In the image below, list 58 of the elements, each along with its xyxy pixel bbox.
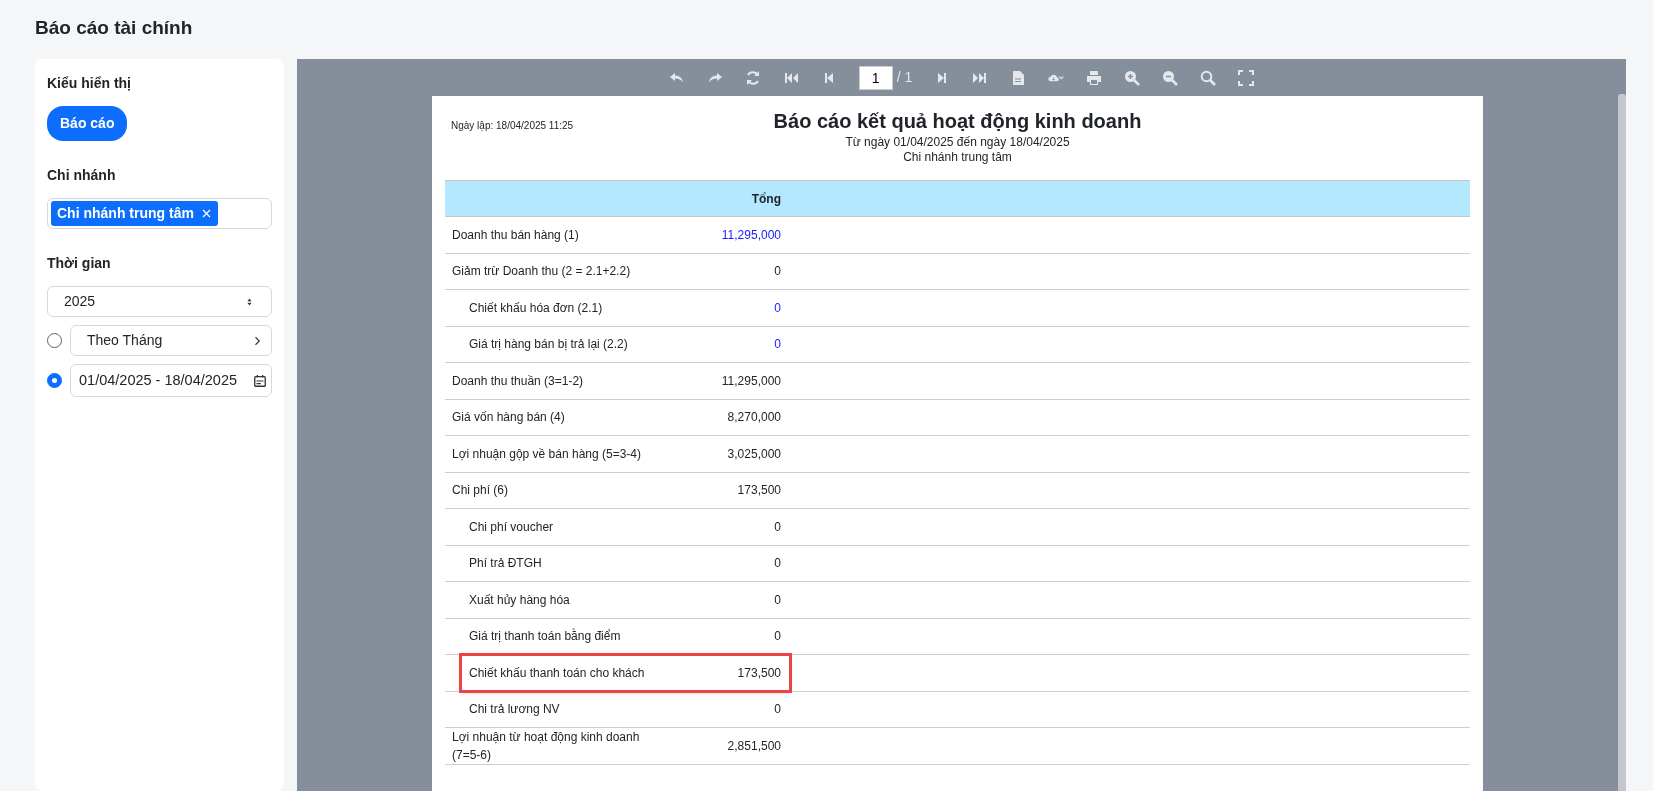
print-icon[interactable] [1086, 69, 1103, 86]
row-value: 173,500 [736, 664, 781, 682]
value-link[interactable]: 11,295,000 [665, 225, 781, 244]
row-label: Giá trị thanh toán bằng điểm [468, 627, 622, 646]
period-select[interactable]: Theo Tháng [70, 325, 272, 356]
row-label: Chi phí voucher [468, 518, 555, 536]
fullscreen-icon[interactable] [1238, 69, 1255, 86]
row-label: Xuất hủy hàng hóa [468, 591, 571, 609]
row-label: Giảm trừ Doanh thu (2 = 2.1+2.2) [451, 263, 632, 281]
search-icon[interactable] [1200, 69, 1217, 86]
row-label: Doanh thu bán hàng (1) [451, 226, 580, 244]
page-number-field[interactable]: 1 [858, 65, 893, 90]
report-title: Báo cáo kết quả hoạt động kinh doanh [773, 109, 1142, 133]
zoom-out-icon[interactable] [1162, 69, 1179, 86]
page-count: / 1 [896, 68, 913, 87]
row-value: 0 [773, 555, 781, 573]
branch-tag[interactable]: Chi nhánh trung tâm [51, 201, 218, 226]
row-value: 0 [773, 701, 781, 719]
report-button[interactable]: Báo cáo [47, 106, 128, 141]
section-label: Kiểu hiển thị [47, 74, 132, 93]
date-range-field[interactable]: 01/04/2025 - 18/04/2025 [70, 364, 272, 397]
row-label: Lợi nhuận gộp về bán hàng (5=3-4) [451, 445, 642, 463]
created-date: Ngày lập: 18/04/2025 11:25 [451, 119, 574, 133]
row-value: 0 [773, 628, 781, 646]
page-title: Báo cáo tài chính [34, 16, 194, 40]
branch-select[interactable]: Chi nhánh trung tâm [47, 198, 272, 229]
column-header: Tổng [750, 190, 781, 208]
row-value: 2,851,500 [726, 738, 781, 755]
row-value: 8,270,000 [726, 409, 781, 427]
document-icon[interactable] [1010, 69, 1027, 86]
zoom-in-icon[interactable] [1124, 69, 1141, 86]
branch-name: Chi nhánh trung tâm [902, 150, 1013, 165]
value-link[interactable]: 0 [665, 298, 781, 317]
year-select[interactable]: 2025 [47, 286, 272, 317]
row-label: Chi phí (6) [451, 482, 510, 500]
refresh-icon[interactable] [744, 69, 761, 86]
row-label: Giá vốn hàng bán (4) [451, 409, 566, 427]
row-label: Chiết khấu thanh toán cho khách [468, 664, 646, 682]
calendar-icon [253, 373, 267, 388]
close-icon[interactable] [200, 208, 212, 219]
row-label: Chi trả lương NV [468, 701, 561, 719]
section-label: Thời gian [47, 254, 112, 273]
date-range-text: Từ ngày 01/04/2025 đến ngày 18/04/2025 [844, 135, 1071, 150]
row-label: Giá trị hàng bán bị trả lại (2.2) [468, 336, 629, 354]
radio-button[interactable] [47, 373, 62, 388]
row-label: Chiết khấu hóa đơn (2.1) [468, 299, 604, 317]
row-value: 0 [773, 263, 781, 281]
row-value: 11,295,000 [720, 372, 781, 390]
row-value: 0 [773, 591, 781, 609]
value-link[interactable]: 0 [665, 335, 781, 354]
section-label: Chi nhánh [47, 166, 117, 185]
row-value: 173,500 [736, 482, 781, 500]
row-value: 0 [773, 518, 781, 536]
scrollbar[interactable] [1618, 94, 1626, 791]
row-label: Doanh thu thuần (3=1-2) [451, 372, 585, 390]
row-value: 3,025,000 [726, 445, 781, 463]
row-label: Phí trả ĐTGH [468, 555, 543, 573]
row-label: Lợi nhuận từ hoạt động kinh doanh (7=5-6) [451, 729, 641, 764]
